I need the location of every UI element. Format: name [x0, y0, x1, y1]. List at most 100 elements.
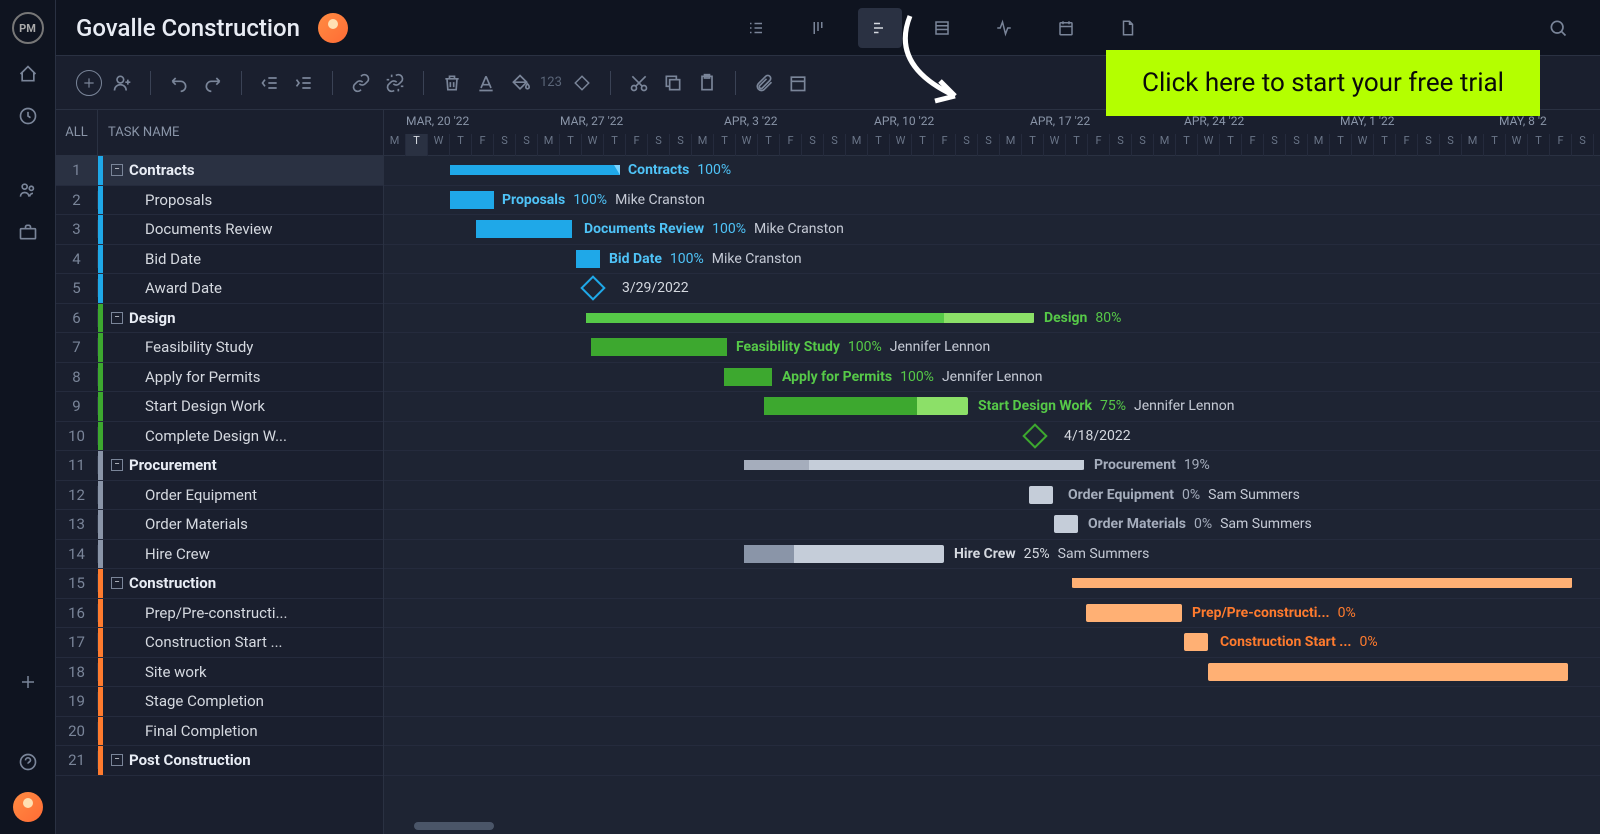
view-list-icon[interactable]: [734, 8, 778, 48]
task-row[interactable]: 20Final Completion: [56, 717, 383, 747]
diamond-icon[interactable]: [568, 69, 596, 97]
home-icon[interactable]: [16, 62, 40, 86]
indent-icon[interactable]: [290, 69, 318, 97]
add-person-icon[interactable]: [108, 69, 136, 97]
timeline-date: MAY, 1 '22: [1340, 114, 1394, 128]
gantt-timeline-header: MAR, 20 '22MAR, 27 '22APR, 3 '22APR, 10 …: [384, 110, 1600, 156]
attachment-icon[interactable]: [750, 69, 778, 97]
gantt-task-bar[interactable]: [764, 397, 968, 415]
cta-banner[interactable]: Click here to start your free trial: [1106, 50, 1540, 116]
gantt-task-bar[interactable]: [1086, 604, 1182, 622]
task-row[interactable]: 13Order Materials: [56, 510, 383, 540]
task-number: 12: [56, 486, 98, 504]
collapse-toggle[interactable]: −: [111, 164, 123, 176]
people-icon[interactable]: [16, 178, 40, 202]
gantt-task-bar[interactable]: [724, 368, 772, 386]
gantt-milestone[interactable]: [580, 275, 605, 300]
task-number: 4: [56, 250, 98, 268]
task-row[interactable]: 14Hire Crew: [56, 540, 383, 570]
task-row[interactable]: 4Bid Date: [56, 245, 383, 275]
collapse-toggle[interactable]: −: [111, 459, 123, 471]
column-task-name[interactable]: TASK NAME: [98, 110, 383, 155]
gantt-task-bar[interactable]: [1054, 515, 1078, 533]
timeline-date: APR, 3 '22: [724, 114, 777, 128]
task-row[interactable]: 17Construction Start ...: [56, 628, 383, 658]
gantt-row: 4/18/2022: [384, 422, 1600, 452]
task-row[interactable]: 5Award Date: [56, 274, 383, 304]
task-name: −Design: [103, 309, 383, 327]
view-file-icon[interactable]: [1106, 8, 1150, 48]
gantt-task-bar[interactable]: [1184, 633, 1208, 651]
fill-icon[interactable]: [506, 69, 534, 97]
timeline-day: S: [648, 134, 670, 156]
task-name: −Procurement: [103, 456, 383, 474]
gantt-task-bar[interactable]: [576, 250, 600, 268]
task-name: Construction Start ...: [103, 633, 383, 651]
task-row[interactable]: 8Apply for Permits: [56, 363, 383, 393]
column-all[interactable]: ALL: [56, 110, 98, 155]
view-calendar-icon[interactable]: [1044, 8, 1088, 48]
task-number: 13: [56, 515, 98, 533]
gantt-summary-bar[interactable]: [586, 313, 1034, 323]
task-row[interactable]: 1−Contracts: [56, 156, 383, 186]
text-format-icon[interactable]: [472, 69, 500, 97]
undo-icon[interactable]: [165, 69, 193, 97]
task-row[interactable]: 7Feasibility Study: [56, 333, 383, 363]
unlink-icon[interactable]: [381, 69, 409, 97]
view-activity-icon[interactable]: [982, 8, 1026, 48]
gantt-task-bar[interactable]: [744, 545, 944, 563]
task-row[interactable]: 12Order Equipment: [56, 481, 383, 511]
gantt-task-bar[interactable]: [476, 220, 572, 238]
gantt-summary-bar[interactable]: [1072, 578, 1572, 588]
plus-icon[interactable]: [16, 670, 40, 694]
gantt-task-bar[interactable]: [1029, 486, 1053, 504]
copy-icon[interactable]: [659, 69, 687, 97]
add-task-button[interactable]: [76, 70, 102, 96]
gantt-task-bar[interactable]: [591, 338, 727, 356]
task-row[interactable]: 9Start Design Work: [56, 392, 383, 422]
task-row[interactable]: 3Documents Review: [56, 215, 383, 245]
number-format-label[interactable]: 123: [540, 75, 562, 90]
cut-icon[interactable]: [625, 69, 653, 97]
task-name: Start Design Work: [103, 397, 383, 415]
redo-icon[interactable]: [199, 69, 227, 97]
clock-icon[interactable]: [16, 104, 40, 128]
timeline-date: APR, 24 '22: [1184, 114, 1244, 128]
task-row[interactable]: 18Site work: [56, 658, 383, 688]
task-number: 7: [56, 338, 98, 356]
user-avatar[interactable]: [13, 792, 43, 822]
task-name: Complete Design W...: [103, 427, 383, 445]
task-row[interactable]: 19Stage Completion: [56, 687, 383, 717]
gantt-task-bar[interactable]: [1208, 663, 1568, 681]
gantt-summary-bar[interactable]: [744, 460, 1084, 470]
date-icon[interactable]: [784, 69, 812, 97]
gantt-milestone[interactable]: [1022, 423, 1047, 448]
task-list-panel: ALL TASK NAME 1−Contracts2Proposals3Docu…: [56, 110, 384, 834]
task-row[interactable]: 2Proposals: [56, 186, 383, 216]
collapse-toggle[interactable]: −: [111, 577, 123, 589]
task-row[interactable]: 15−Construction: [56, 569, 383, 599]
task-row[interactable]: 6−Design: [56, 304, 383, 334]
gantt-row: Procurement19%: [384, 451, 1600, 481]
project-owner-avatar[interactable]: [318, 13, 348, 43]
link-icon[interactable]: [347, 69, 375, 97]
search-icon[interactable]: [1536, 8, 1580, 48]
task-row[interactable]: 11−Procurement: [56, 451, 383, 481]
briefcase-icon[interactable]: [16, 220, 40, 244]
gantt-task-bar[interactable]: [450, 191, 494, 209]
app-logo[interactable]: PM: [12, 12, 44, 44]
trash-icon[interactable]: [438, 69, 466, 97]
task-row[interactable]: 21−Post Construction: [56, 746, 383, 776]
task-row[interactable]: 10Complete Design W...: [56, 422, 383, 452]
task-row[interactable]: 16Prep/Pre-constructi...: [56, 599, 383, 629]
view-board-icon[interactable]: [796, 8, 840, 48]
collapse-toggle[interactable]: −: [111, 312, 123, 324]
help-icon[interactable]: [16, 750, 40, 774]
collapse-toggle[interactable]: −: [111, 754, 123, 766]
gantt-row: Documents Review100%Mike Cranston: [384, 215, 1600, 245]
paste-icon[interactable]: [693, 69, 721, 97]
outdent-icon[interactable]: [256, 69, 284, 97]
horizontal-scrollbar[interactable]: [384, 822, 1600, 832]
task-name: Hire Crew: [103, 545, 383, 563]
gantt-summary-bar[interactable]: [450, 165, 620, 175]
